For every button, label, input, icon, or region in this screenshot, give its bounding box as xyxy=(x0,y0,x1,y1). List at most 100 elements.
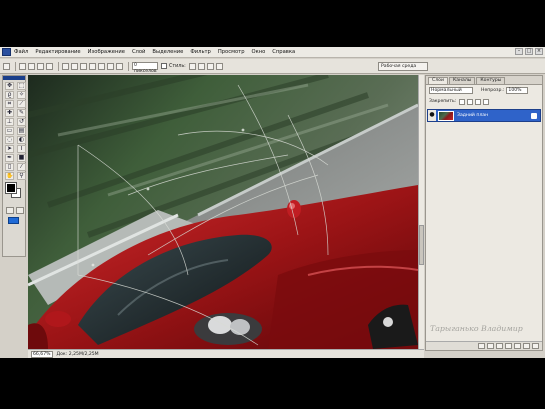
combine-icon[interactable] xyxy=(197,62,205,70)
lock-position-icon[interactable] xyxy=(475,98,482,105)
anti-alias-checkbox[interactable] xyxy=(161,63,167,69)
lasso-icon[interactable]: ϱ xyxy=(5,91,14,99)
menu-select[interactable]: Выделение xyxy=(152,49,183,55)
shape-icon[interactable]: ■ xyxy=(17,154,26,162)
history-brush-icon[interactable]: ↺ xyxy=(17,118,26,126)
menu-edit[interactable]: Редактирование xyxy=(35,49,80,55)
scrollbar-thumb[interactable] xyxy=(419,225,424,265)
car-photo xyxy=(28,75,418,349)
hand-icon[interactable]: ✋ xyxy=(5,172,14,180)
path-option-icon[interactable] xyxy=(62,62,69,70)
zoom-icon[interactable]: ⚲ xyxy=(17,172,26,180)
tool-grid: ✥ ⬚ ϱ ✧ ⌗ ⟋ ✚ ✎ ⊥ ↺ ▭ ▤ ◌ ◐ ➤ T ✒ ■ ▯ ⁄ ✋ ⚲ xyxy=(3,80,26,180)
polygon-option-icon[interactable] xyxy=(98,62,105,70)
lock-transparency-icon[interactable] xyxy=(459,98,466,105)
pen-option-icon[interactable] xyxy=(71,62,78,70)
eraser-icon[interactable]: ▭ xyxy=(5,127,14,135)
pen-icon[interactable]: ✒ xyxy=(5,154,14,162)
menu-file[interactable]: Файл xyxy=(14,49,28,55)
standard-mode-icon[interactable] xyxy=(6,207,14,214)
menu-bar: Файл Редактирование Изображение Слой Выд… xyxy=(0,47,545,58)
author-watermark: Тарыганько Владимир xyxy=(430,324,523,333)
document-info: Док: 2,25М/2,25М xyxy=(56,351,99,357)
line-option-icon[interactable] xyxy=(107,62,114,70)
marquee-icon[interactable]: ⬚ xyxy=(17,82,26,90)
crop-icon[interactable]: ⌗ xyxy=(5,100,14,108)
quick-mask-icon[interactable] xyxy=(16,207,24,214)
layer-mask-icon[interactable] xyxy=(496,343,503,349)
dodge-icon[interactable]: ◐ xyxy=(17,136,26,144)
new-selection-icon[interactable] xyxy=(19,62,26,70)
blur-icon[interactable]: ◌ xyxy=(5,136,14,144)
opacity-label: Непрозр.: xyxy=(481,88,505,93)
window-controls: – □ × xyxy=(515,48,543,55)
tab-channels[interactable]: Каналы xyxy=(448,77,476,84)
notes-icon[interactable]: ▯ xyxy=(5,163,14,171)
brush-icon[interactable]: ✎ xyxy=(17,109,26,117)
workspace-button[interactable]: Рабочая среда xyxy=(378,62,428,71)
subtract-selection-icon[interactable] xyxy=(37,62,44,70)
new-layer-icon[interactable] xyxy=(523,343,530,349)
lock-icon xyxy=(531,112,537,119)
tools-panel: ✥ ⬚ ϱ ✧ ⌗ ⟋ ✚ ✎ ⊥ ↺ ▭ ▤ ◌ ◐ ➤ T ✒ ■ ▯ ⁄ ✋ ⚲ xyxy=(2,75,26,257)
healing-icon[interactable]: ✚ xyxy=(5,109,14,117)
foreground-color-swatch[interactable] xyxy=(5,182,17,194)
move-icon[interactable]: ✥ xyxy=(5,82,14,90)
separator xyxy=(15,61,16,71)
slice-icon[interactable]: ⟋ xyxy=(17,100,26,108)
options-bar: 0 пикселов Стиль: Рабочая среда xyxy=(0,59,545,74)
panel-footer xyxy=(426,341,542,350)
vertical-scrollbar[interactable] xyxy=(418,75,424,349)
letterbox-top xyxy=(0,0,545,47)
new-group-icon[interactable] xyxy=(514,343,521,349)
menu-help[interactable]: Справка xyxy=(272,49,295,55)
minimize-icon[interactable]: – xyxy=(515,48,523,55)
style-swatch[interactable] xyxy=(188,62,196,70)
tab-layers[interactable]: Слои xyxy=(428,77,448,84)
layer-row[interactable]: ● Задний план xyxy=(427,109,541,122)
close-icon[interactable]: × xyxy=(535,48,543,55)
lock-all-icon[interactable] xyxy=(483,98,490,105)
blend-row: Нормальный Непрозр.: 100% xyxy=(426,85,542,96)
feather-field[interactable]: 0 пикселов xyxy=(132,62,158,74)
zoom-field[interactable]: 66,67% xyxy=(31,350,53,358)
menu-view[interactable]: Просмотр xyxy=(218,49,245,55)
app-logo-icon xyxy=(2,48,11,56)
quick-mask-controls xyxy=(3,207,25,214)
opacity-field[interactable]: 100% xyxy=(506,87,529,94)
blend-mode-select[interactable]: Нормальный xyxy=(429,87,473,94)
screen-mode-icon[interactable] xyxy=(8,217,19,224)
ellipse-option-icon[interactable] xyxy=(89,62,96,70)
layer-name: Задний план xyxy=(457,113,489,118)
menu-filter[interactable]: Фильтр xyxy=(190,49,211,55)
trash-icon[interactable] xyxy=(532,343,539,349)
layer-style-icon[interactable] xyxy=(487,343,494,349)
stamp-icon[interactable]: ⊥ xyxy=(5,118,14,126)
exclude-icon[interactable] xyxy=(206,62,214,70)
document-canvas[interactable] xyxy=(28,75,418,349)
menu-image[interactable]: Изображение xyxy=(88,49,125,55)
maximize-icon[interactable]: □ xyxy=(525,48,533,55)
gradient-icon[interactable]: ▤ xyxy=(17,127,26,135)
photoshop-window: Файл Редактирование Изображение Слой Выд… xyxy=(0,47,545,358)
type-icon[interactable]: T xyxy=(17,145,26,153)
custom-shape-icon[interactable] xyxy=(116,62,123,70)
tool-preset-icon[interactable] xyxy=(3,62,10,70)
lock-label: Закрепить: xyxy=(429,99,457,104)
adjustment-layer-icon[interactable] xyxy=(505,343,512,349)
add-selection-icon[interactable] xyxy=(28,62,35,70)
lock-pixels-icon[interactable] xyxy=(467,98,474,105)
magic-wand-icon[interactable]: ✧ xyxy=(17,91,26,99)
palette-icon[interactable] xyxy=(215,62,223,70)
path-select-icon[interactable]: ➤ xyxy=(5,145,14,153)
panel-tabs: Слои Каналы Контуры xyxy=(426,76,542,85)
link-layers-icon[interactable] xyxy=(478,343,485,349)
intersect-selection-icon[interactable] xyxy=(46,62,53,70)
menu-layer[interactable]: Слой xyxy=(132,49,145,55)
tab-paths[interactable]: Контуры xyxy=(476,77,506,84)
separator xyxy=(58,61,59,71)
rect-option-icon[interactable] xyxy=(80,62,87,70)
eye-icon[interactable]: ● xyxy=(428,110,436,121)
eyedropper-icon[interactable]: ⁄ xyxy=(17,163,26,171)
menu-window[interactable]: Окно xyxy=(251,49,265,55)
